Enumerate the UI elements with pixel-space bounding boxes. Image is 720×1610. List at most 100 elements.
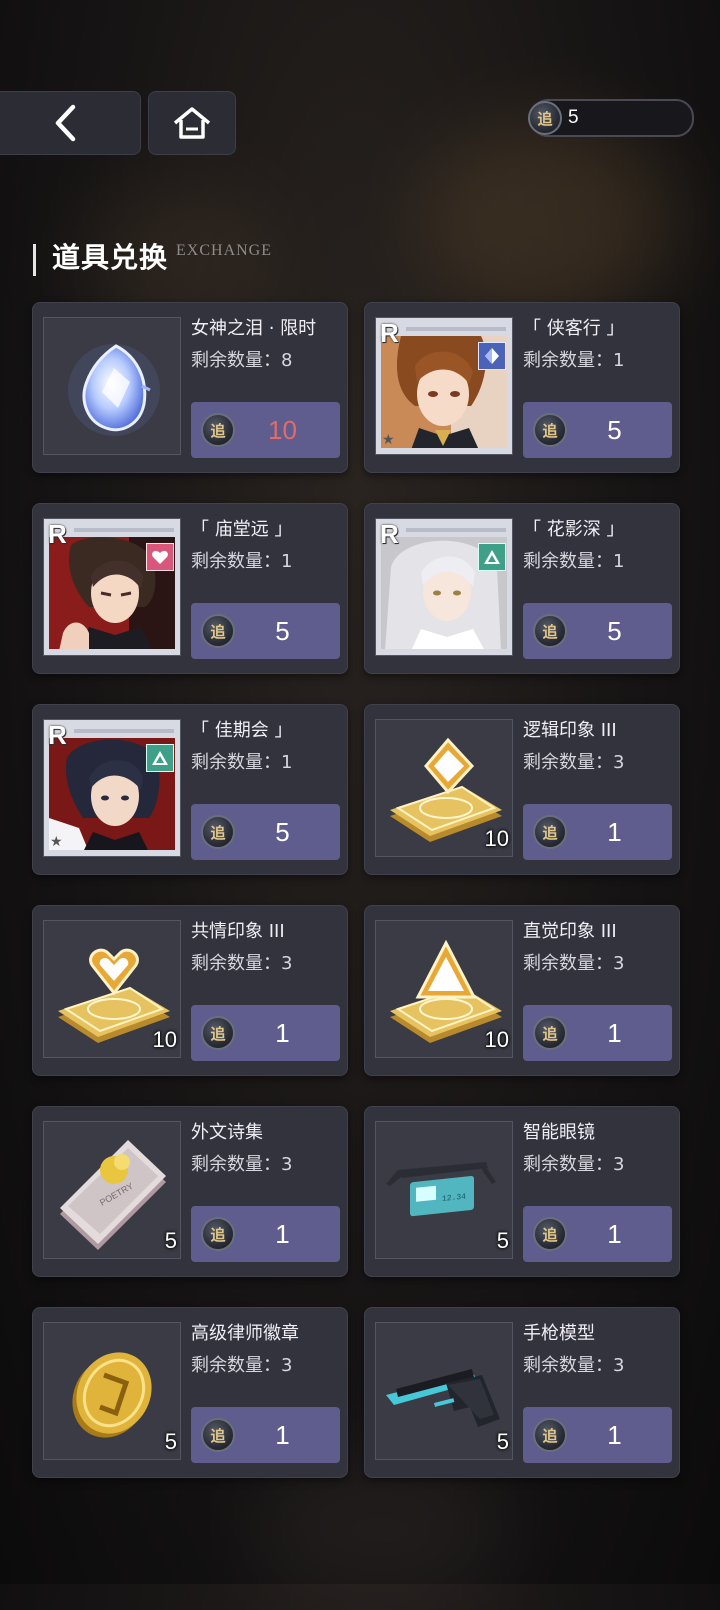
- poetry-book-icon: POETRY: [60, 1140, 166, 1250]
- coin-icon: 追: [528, 101, 562, 135]
- exchange-button[interactable]: 追 1: [523, 1206, 672, 1262]
- item-quantity: 5: [164, 1228, 177, 1253]
- item-price: 1: [275, 1419, 290, 1450]
- item-price: 5: [275, 816, 290, 847]
- rarity-label: R: [48, 720, 67, 750]
- star-icon: ★: [50, 834, 63, 850]
- item-thumbnail: POETRY 5: [43, 1121, 181, 1259]
- item-stock: 剩余数量：3: [523, 953, 625, 974]
- item-stock: 剩余数量：3: [191, 1154, 293, 1175]
- item-thumbnail: 10: [43, 920, 181, 1058]
- exchange-item-card[interactable]: R ★ 「 佳期会 」 剩余数量：1 追 5: [32, 704, 348, 875]
- exchange-grid: 女神之泪 · 限时 剩余数量：8 追 10 R ★ 「 侠客行 」 剩余数量：1…: [32, 302, 680, 1478]
- exchange-item-card[interactable]: 10 直觉印象 III 剩余数量：3 追 1: [364, 905, 680, 1076]
- item-thumbnail: R: [375, 518, 513, 656]
- lawyer-badge-icon: [72, 1352, 152, 1438]
- diamond-blue-icon: [478, 342, 506, 370]
- exchange-button[interactable]: 追 5: [523, 603, 672, 659]
- rarity-label: R: [380, 318, 399, 348]
- coin-icon: 追: [533, 413, 567, 447]
- exchange-button[interactable]: 追 5: [523, 402, 672, 458]
- item-name: 「 佳期会 」: [191, 720, 293, 741]
- item-price: 5: [607, 615, 622, 646]
- home-button[interactable]: [148, 91, 236, 155]
- item-price: 1: [275, 1218, 290, 1249]
- exchange-item-card[interactable]: R 「 庙堂远 」 剩余数量：1 追 5: [32, 503, 348, 674]
- item-name: 「 侠客行 」: [523, 318, 625, 339]
- tear-gem-icon: [68, 344, 160, 436]
- section-header: 道具兑换 EXCHANGE: [33, 236, 272, 276]
- coin-icon: 追: [201, 1217, 235, 1251]
- coin-icon: 追: [533, 614, 567, 648]
- exchange-button[interactable]: 追 5: [191, 603, 340, 659]
- item-stock: 剩余数量：1: [191, 551, 293, 572]
- coin-icon: 追: [201, 1016, 235, 1050]
- item-stock: 剩余数量：3: [523, 1355, 625, 1376]
- item-name: 手枪模型: [523, 1323, 595, 1344]
- item-price: 1: [607, 816, 622, 847]
- item-thumbnail: R ★: [375, 317, 513, 455]
- currency-display: 追 5: [528, 99, 694, 137]
- coin-icon: 追: [201, 1418, 235, 1452]
- item-price: 5: [275, 615, 290, 646]
- item-quantity: 5: [496, 1429, 509, 1454]
- exchange-button[interactable]: 追 5: [191, 804, 340, 860]
- page-title: 道具兑换: [52, 241, 169, 274]
- item-name: 共情印象 III: [191, 921, 285, 942]
- exchange-item-card[interactable]: 10 逻辑印象 III 剩余数量：3 追 1: [364, 704, 680, 875]
- triangle-green-icon: [478, 543, 506, 571]
- item-thumbnail: 5: [375, 1322, 513, 1460]
- item-stock: 剩余数量：1: [523, 551, 625, 572]
- item-name: 「 庙堂远 」: [191, 519, 293, 540]
- item-price: 5: [607, 414, 622, 445]
- item-name: 女神之泪 · 限时: [191, 318, 317, 339]
- exchange-item-card[interactable]: 5 手枪模型 剩余数量：3 追 1: [364, 1307, 680, 1478]
- item-stock: 剩余数量：1: [523, 350, 625, 371]
- smart-glasses-icon: 12.34: [386, 1162, 496, 1217]
- item-quantity: 5: [164, 1429, 177, 1454]
- item-stock: 剩余数量：3: [191, 953, 293, 974]
- heart-pink-icon: [146, 543, 174, 571]
- exchange-item-card[interactable]: 5 高级律师徽章 剩余数量：3 追 1: [32, 1307, 348, 1478]
- exchange-button[interactable]: 追 1: [523, 1005, 672, 1061]
- item-stock: 剩余数量：3: [523, 752, 625, 773]
- coin-icon: 追: [201, 413, 235, 447]
- back-button[interactable]: [0, 91, 141, 155]
- coin-icon: 追: [533, 1418, 567, 1452]
- exchange-button[interactable]: 追 1: [191, 1407, 340, 1463]
- exchange-item-card[interactable]: 10 共情印象 III 剩余数量：3 追 1: [32, 905, 348, 1076]
- exchange-button[interactable]: 追 10: [191, 402, 340, 458]
- exchange-button[interactable]: 追 1: [191, 1206, 340, 1262]
- item-thumbnail: R ★: [43, 719, 181, 857]
- rarity-label: R: [48, 519, 67, 549]
- item-thumbnail: 10: [375, 920, 513, 1058]
- item-stock: 剩余数量：3: [523, 1154, 625, 1175]
- item-price: 10: [268, 414, 297, 445]
- exchange-button[interactable]: 追 1: [523, 804, 672, 860]
- exchange-item-card[interactable]: R 「 花影深 」 剩余数量：1 追 5: [364, 503, 680, 674]
- exchange-button[interactable]: 追 1: [523, 1407, 672, 1463]
- star-icon: ★: [382, 432, 395, 448]
- item-price: 1: [607, 1419, 622, 1450]
- currency-amount: 5: [568, 107, 579, 128]
- exchange-item-card[interactable]: POETRY 5 外文诗集 剩余数量：3 追 1: [32, 1106, 348, 1277]
- item-stock: 剩余数量：3: [191, 1355, 293, 1376]
- coin-icon: 追: [533, 1016, 567, 1050]
- item-thumbnail: 10: [375, 719, 513, 857]
- item-quantity: 5: [496, 1228, 509, 1253]
- home-icon: [173, 107, 211, 139]
- chevron-left-icon: [55, 104, 75, 142]
- item-name: 智能眼镜: [523, 1122, 595, 1143]
- exchange-item-card[interactable]: 12.34 5 智能眼镜 剩余数量：3 追 1: [364, 1106, 680, 1277]
- exchange-item-card[interactable]: 女神之泪 · 限时 剩余数量：8 追 10: [32, 302, 348, 473]
- item-name: 逻辑印象 III: [523, 720, 617, 741]
- coin-icon: 追: [533, 1217, 567, 1251]
- item-name: 直觉印象 III: [523, 921, 617, 942]
- item-thumbnail: [43, 317, 181, 455]
- item-price: 1: [607, 1017, 622, 1048]
- exchange-item-card[interactable]: R ★ 「 侠客行 」 剩余数量：1 追 5: [364, 302, 680, 473]
- exchange-button[interactable]: 追 1: [191, 1005, 340, 1061]
- item-name: 「 花影深 」: [523, 519, 625, 540]
- item-thumbnail: 5: [43, 1322, 181, 1460]
- item-name: 高级律师徽章: [191, 1323, 299, 1344]
